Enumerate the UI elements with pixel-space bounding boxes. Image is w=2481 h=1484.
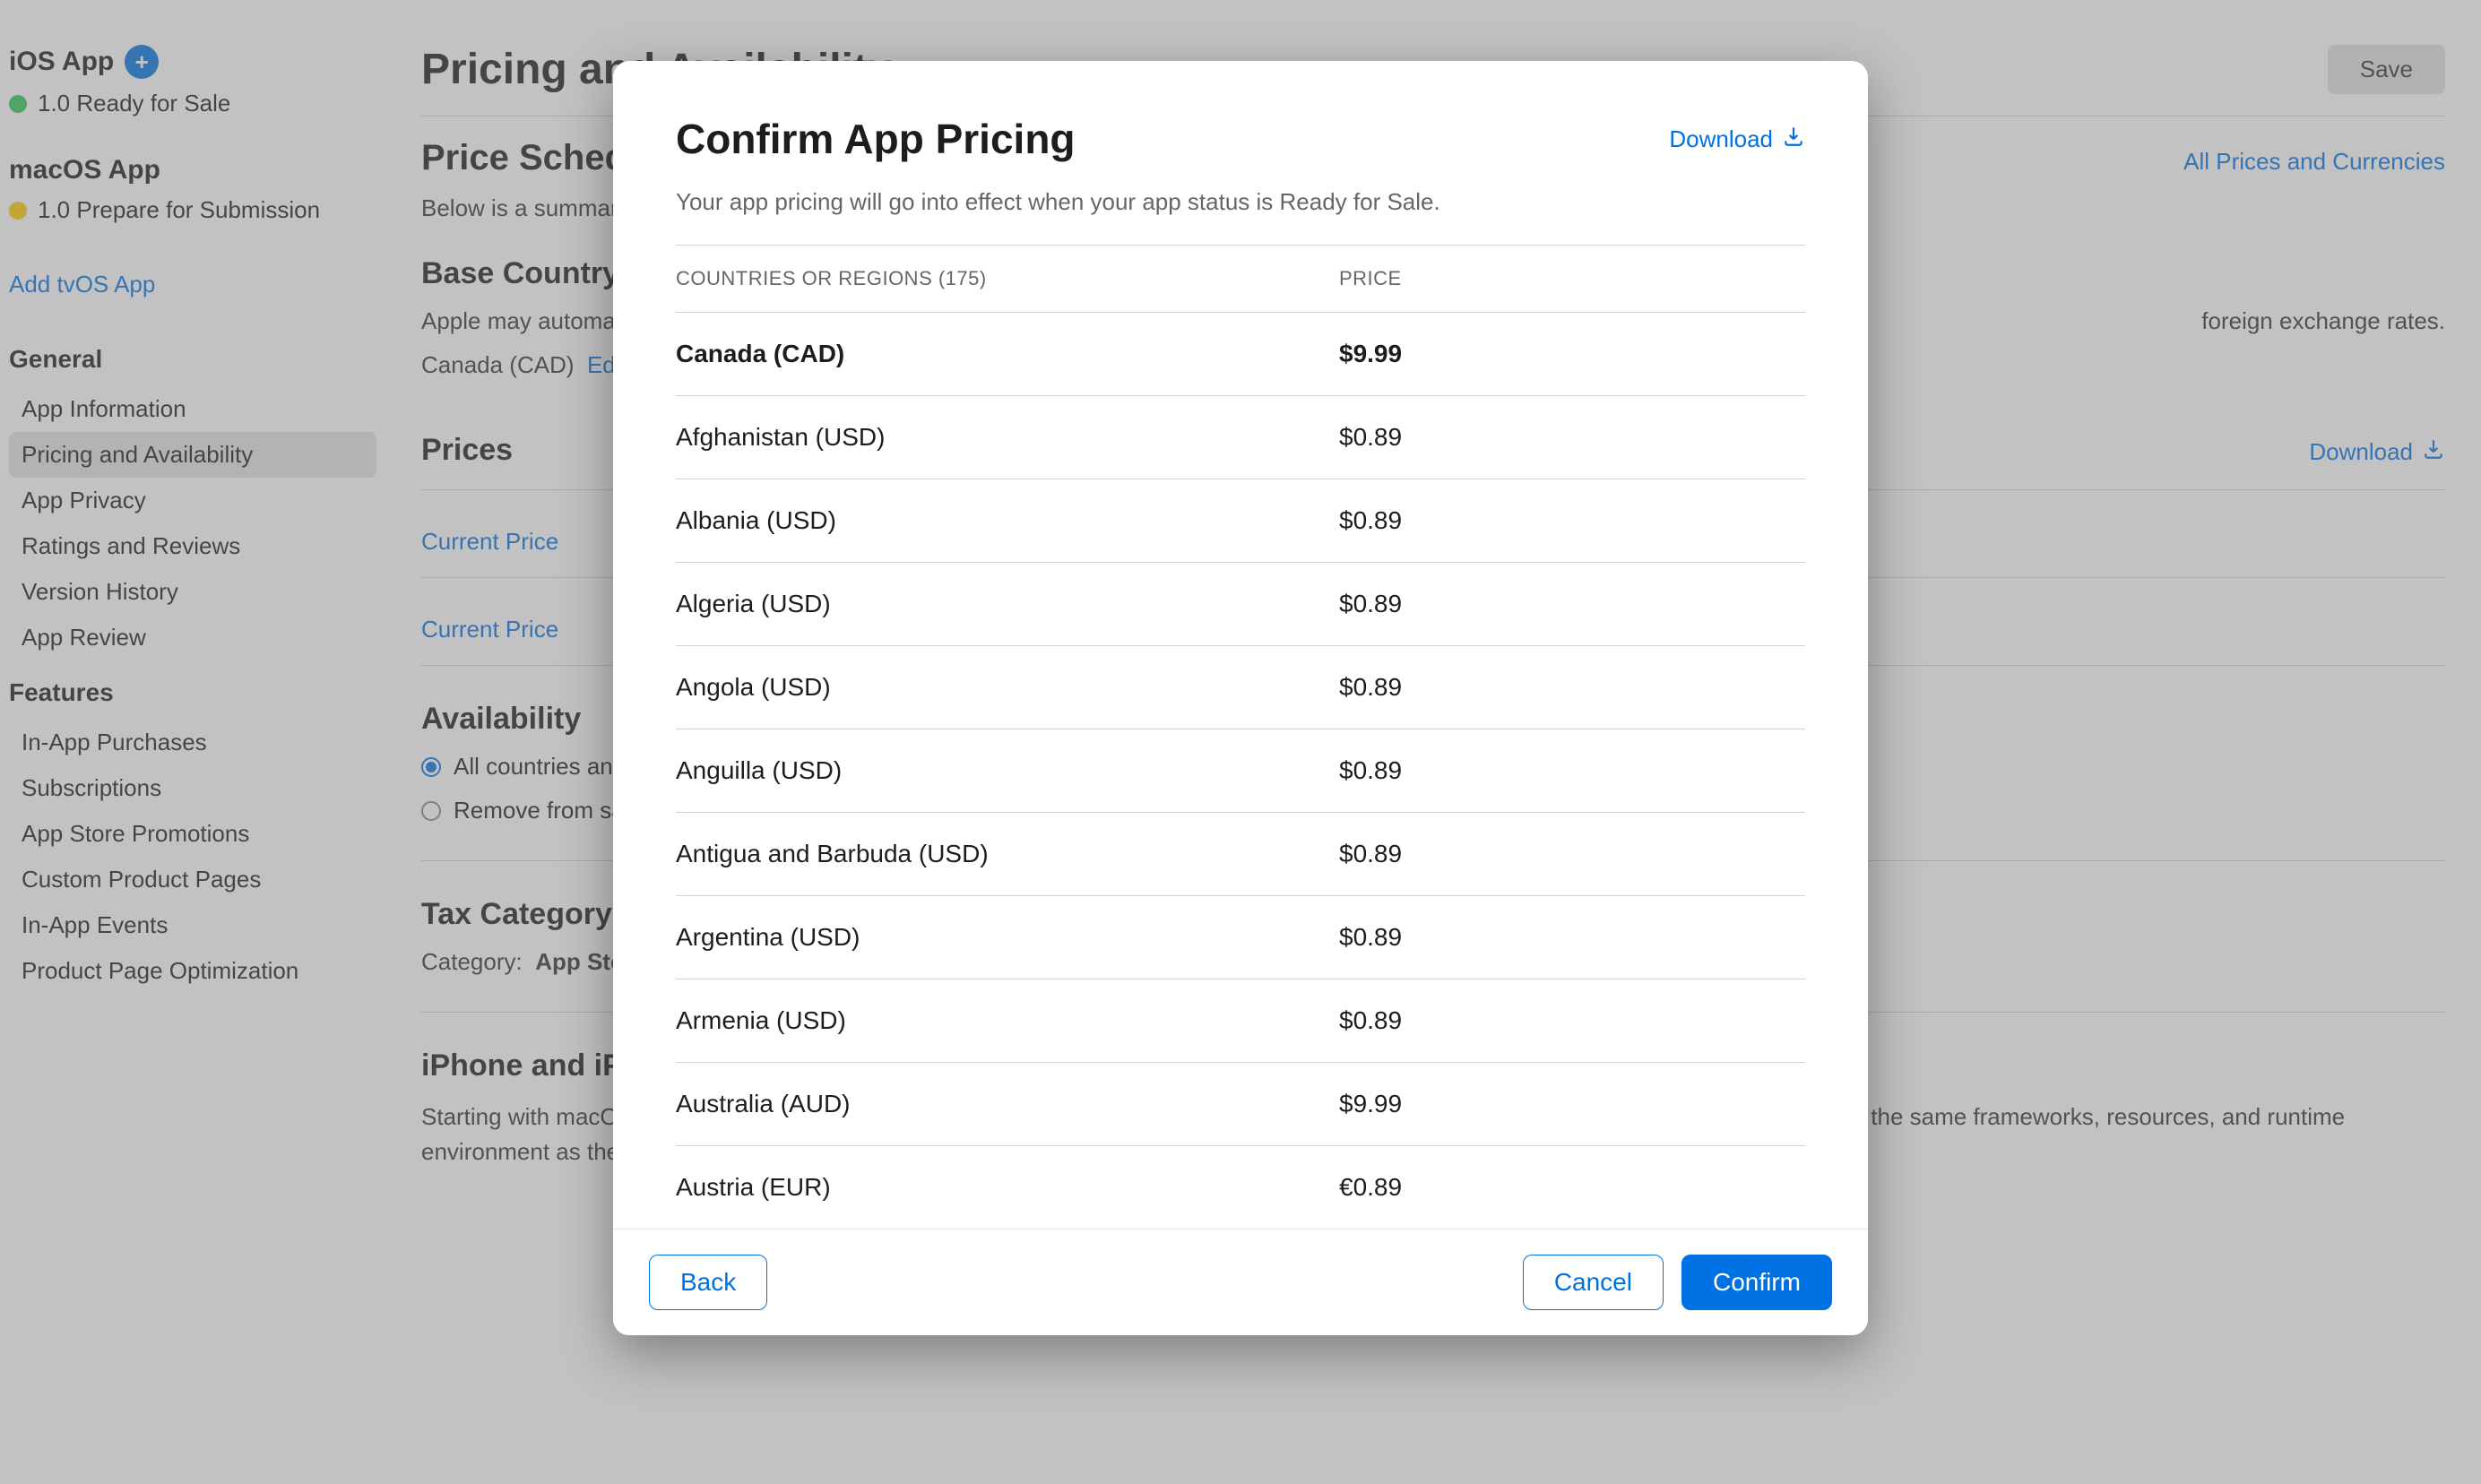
pricing-row: Anguilla (USD)$0.89 bbox=[676, 729, 1805, 812]
pricing-row: Algeria (USD)$0.89 bbox=[676, 562, 1805, 645]
pricing-row-price: $9.99 bbox=[1339, 1090, 1805, 1118]
pricing-row: Argentina (USD)$0.89 bbox=[676, 895, 1805, 979]
pricing-row-price: €0.89 bbox=[1339, 1173, 1805, 1202]
pricing-row-region: Armenia (USD) bbox=[676, 1006, 1339, 1035]
pricing-row-region: Algeria (USD) bbox=[676, 590, 1339, 618]
pricing-row: Albania (USD)$0.89 bbox=[676, 479, 1805, 562]
modal-download-link[interactable]: Download bbox=[1669, 125, 1805, 154]
modal-footer: Back Cancel Confirm bbox=[613, 1229, 1868, 1335]
pricing-row-region: Antigua and Barbuda (USD) bbox=[676, 840, 1339, 868]
col-header-region: Countries or Regions (175) bbox=[676, 267, 1339, 290]
pricing-row-region: Australia (AUD) bbox=[676, 1090, 1339, 1118]
pricing-row-price: $0.89 bbox=[1339, 423, 1805, 452]
pricing-row-price: $0.89 bbox=[1339, 756, 1805, 785]
pricing-row-region: Albania (USD) bbox=[676, 506, 1339, 535]
pricing-table-body: Canada (CAD)$9.99Afghanistan (USD)$0.89A… bbox=[676, 312, 1805, 1229]
pricing-row-price: $0.89 bbox=[1339, 923, 1805, 952]
download-icon bbox=[1782, 125, 1805, 154]
pricing-row: Antigua and Barbuda (USD)$0.89 bbox=[676, 812, 1805, 895]
modal-title: Confirm App Pricing bbox=[676, 115, 1076, 163]
modal-description: Your app pricing will go into effect whe… bbox=[676, 188, 1805, 216]
pricing-table-header: Countries or Regions (175) Price bbox=[676, 245, 1805, 312]
cancel-button[interactable]: Cancel bbox=[1523, 1255, 1664, 1310]
pricing-row-price: $0.89 bbox=[1339, 840, 1805, 868]
pricing-row-region: Angola (USD) bbox=[676, 673, 1339, 702]
pricing-row-price: $9.99 bbox=[1339, 340, 1805, 368]
pricing-row-region: Afghanistan (USD) bbox=[676, 423, 1339, 452]
pricing-row: Australia (AUD)$9.99 bbox=[676, 1062, 1805, 1145]
pricing-row: Armenia (USD)$0.89 bbox=[676, 979, 1805, 1062]
col-header-price: Price bbox=[1339, 267, 1805, 290]
confirm-button[interactable]: Confirm bbox=[1681, 1255, 1832, 1310]
pricing-row: Canada (CAD)$9.99 bbox=[676, 312, 1805, 395]
pricing-row: Afghanistan (USD)$0.89 bbox=[676, 395, 1805, 479]
pricing-row: Austria (EUR)€0.89 bbox=[676, 1145, 1805, 1229]
pricing-row-price: $0.89 bbox=[1339, 506, 1805, 535]
pricing-row-region: Canada (CAD) bbox=[676, 340, 1339, 368]
pricing-row-region: Anguilla (USD) bbox=[676, 756, 1339, 785]
pricing-row: Angola (USD)$0.89 bbox=[676, 645, 1805, 729]
confirm-pricing-modal: Confirm App Pricing Download Your app pr… bbox=[613, 61, 1868, 1335]
pricing-row-price: $0.89 bbox=[1339, 673, 1805, 702]
pricing-row-region: Austria (EUR) bbox=[676, 1173, 1339, 1202]
back-button[interactable]: Back bbox=[649, 1255, 767, 1310]
pricing-row-price: $0.89 bbox=[1339, 1006, 1805, 1035]
pricing-row-region: Argentina (USD) bbox=[676, 923, 1339, 952]
pricing-row-price: $0.89 bbox=[1339, 590, 1805, 618]
